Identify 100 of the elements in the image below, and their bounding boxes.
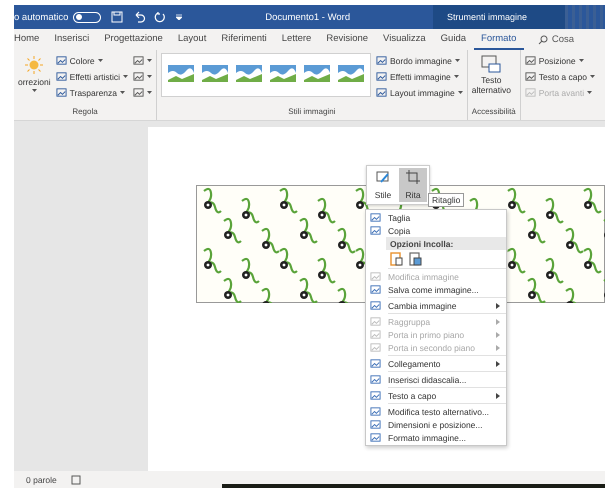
- menu-item[interactable]: Copia: [366, 224, 506, 237]
- picture-style-thumbnail[interactable]: [202, 65, 228, 85]
- caret-icon: [120, 90, 126, 94]
- menu-item-icon: [370, 212, 381, 223]
- picture-style-thumbnail[interactable]: [338, 65, 364, 85]
- picture-icon: [376, 55, 387, 66]
- menu-item[interactable]: Dimensioni e posizione...: [366, 418, 506, 431]
- picture-icon: [133, 87, 144, 98]
- caret-icon: [590, 74, 595, 78]
- ribbon-button[interactable]: Bordo immagine: [376, 55, 463, 66]
- menu-item-icon: [370, 342, 381, 353]
- ribbon-button[interactable]: Colore: [56, 55, 128, 66]
- menu-item-icon: [370, 419, 381, 430]
- caret-icon: [458, 90, 463, 94]
- caret-icon: [587, 90, 592, 94]
- ribbon-tab[interactable]: Inserisci: [46, 29, 97, 50]
- proofing-icon[interactable]: [70, 474, 82, 484]
- ribbon-button[interactable]: Effetti immagine: [376, 71, 463, 82]
- window-title: Documento1 - Word: [264, 12, 352, 22]
- menu-item[interactable]: Taglia: [366, 211, 506, 224]
- ribbon-tab[interactable]: Riferimenti: [214, 29, 274, 50]
- menu-item-icon: [370, 271, 381, 282]
- word-count: 0 parole: [26, 474, 57, 484]
- group-label: Accessibilità: [472, 107, 516, 118]
- title-bar-pattern: [565, 5, 605, 29]
- group-label: Regola: [71, 107, 99, 118]
- menu-item-icon: [370, 358, 381, 369]
- mini-toolbar-button[interactable]: Rita: [399, 168, 427, 202]
- ribbon-icon-button[interactable]: [133, 71, 152, 82]
- save-icon[interactable]: [111, 11, 124, 23]
- brush-picture-icon: [376, 170, 390, 184]
- ribbon-tab[interactable]: Progettazione: [96, 29, 170, 50]
- menu-item-icon: [370, 432, 381, 443]
- ribbon-tab[interactable]: Lettere: [274, 29, 319, 50]
- caret-icon: [454, 74, 459, 78]
- picture-style-thumbnail[interactable]: [270, 65, 296, 85]
- ribbon-button[interactable]: Trasparenza: [56, 87, 128, 98]
- caret-icon: [98, 58, 103, 62]
- crop-icon: [406, 170, 420, 184]
- ribbon-button[interactable]: Layout immagine: [376, 87, 463, 98]
- menu-item-icon: [370, 406, 381, 417]
- ribbon-tab[interactable]: Guida: [433, 29, 474, 50]
- ribbon-icon-button[interactable]: [133, 87, 152, 98]
- caret-icon: [147, 74, 152, 78]
- picture-icon: [376, 87, 387, 98]
- caret-icon: [147, 58, 152, 62]
- autosave-label: o automatico: [14, 12, 68, 22]
- menu-item-icon: [370, 225, 381, 236]
- menu-section-header: Opzioni Incolla:: [386, 237, 506, 250]
- alt-text-button[interactable]: Testo alternativo: [472, 53, 511, 107]
- tooltip: Ritaglio: [428, 193, 464, 207]
- ribbon-tab[interactable]: Home: [14, 29, 47, 50]
- ribbon-icon-button[interactable]: [133, 55, 152, 66]
- picture-style-thumbnail[interactable]: [304, 65, 330, 85]
- corrections-button[interactable]: orrezioni: [18, 53, 51, 107]
- customize-icon[interactable]: [176, 14, 182, 20]
- menu-item-icon: [370, 390, 381, 401]
- ribbon-button[interactable]: Testo a capo: [524, 71, 595, 82]
- menu-item[interactable]: Inserisci didascalia...: [366, 373, 506, 386]
- picture-icon: [133, 55, 144, 66]
- mini-toolbar-button[interactable]: Stile: [369, 168, 397, 202]
- group-label: Stili immagini: [287, 107, 336, 118]
- caret-icon: [147, 90, 152, 94]
- caret-icon: [454, 58, 460, 62]
- picture-style-thumbnail[interactable]: [168, 65, 194, 85]
- caret-icon: [32, 89, 37, 93]
- ribbon-tab[interactable]: Layout: [170, 29, 214, 50]
- picture-icon: [56, 87, 67, 98]
- autosave-toggle[interactable]: [73, 12, 102, 22]
- clipboard-picture-icon[interactable]: [409, 251, 422, 266]
- picture-text-icon: [481, 55, 502, 73]
- picture-icon: [376, 71, 387, 82]
- redo-icon[interactable]: [154, 11, 166, 23]
- caret-icon: [578, 58, 584, 62]
- menu-item-icon: [370, 329, 381, 340]
- menu-item[interactable]: Formato immagine...: [366, 431, 506, 444]
- picture-icon: [56, 55, 67, 66]
- picture-icon: [133, 71, 144, 82]
- menu-item-icon: [370, 284, 381, 295]
- caret-icon: [123, 74, 128, 78]
- ribbon-button[interactable]: Posizione: [524, 55, 595, 66]
- undo-icon[interactable]: [133, 11, 146, 23]
- menu-item-icon: [370, 316, 381, 327]
- menu-item[interactable]: Cambia immagine: [366, 299, 506, 312]
- menu-item[interactable]: Modifica testo alternativo...: [366, 405, 506, 418]
- picture-icon: [56, 71, 67, 82]
- sun-icon: [24, 55, 44, 75]
- clipboard-icon[interactable]: [390, 251, 403, 266]
- menu-item[interactable]: Testo a capo: [366, 389, 506, 402]
- search-field[interactable]: Cosa: [552, 34, 574, 45]
- ribbon-tab[interactable]: Visualizza: [376, 29, 434, 50]
- picture-styles-gallery[interactable]: [161, 53, 371, 97]
- ribbon-tab[interactable]: Revisione: [318, 29, 376, 50]
- menu-item[interactable]: Collegamento: [366, 357, 506, 370]
- picture-tools-label: Strumenti immagine: [433, 5, 565, 29]
- picture-style-thumbnail[interactable]: [236, 65, 262, 85]
- menu-item[interactable]: Salva come immagine...: [366, 283, 506, 296]
- menu-item-icon: [370, 374, 381, 385]
- ribbon-button[interactable]: Effetti artistici: [56, 71, 128, 82]
- search-icon[interactable]: [538, 34, 548, 44]
